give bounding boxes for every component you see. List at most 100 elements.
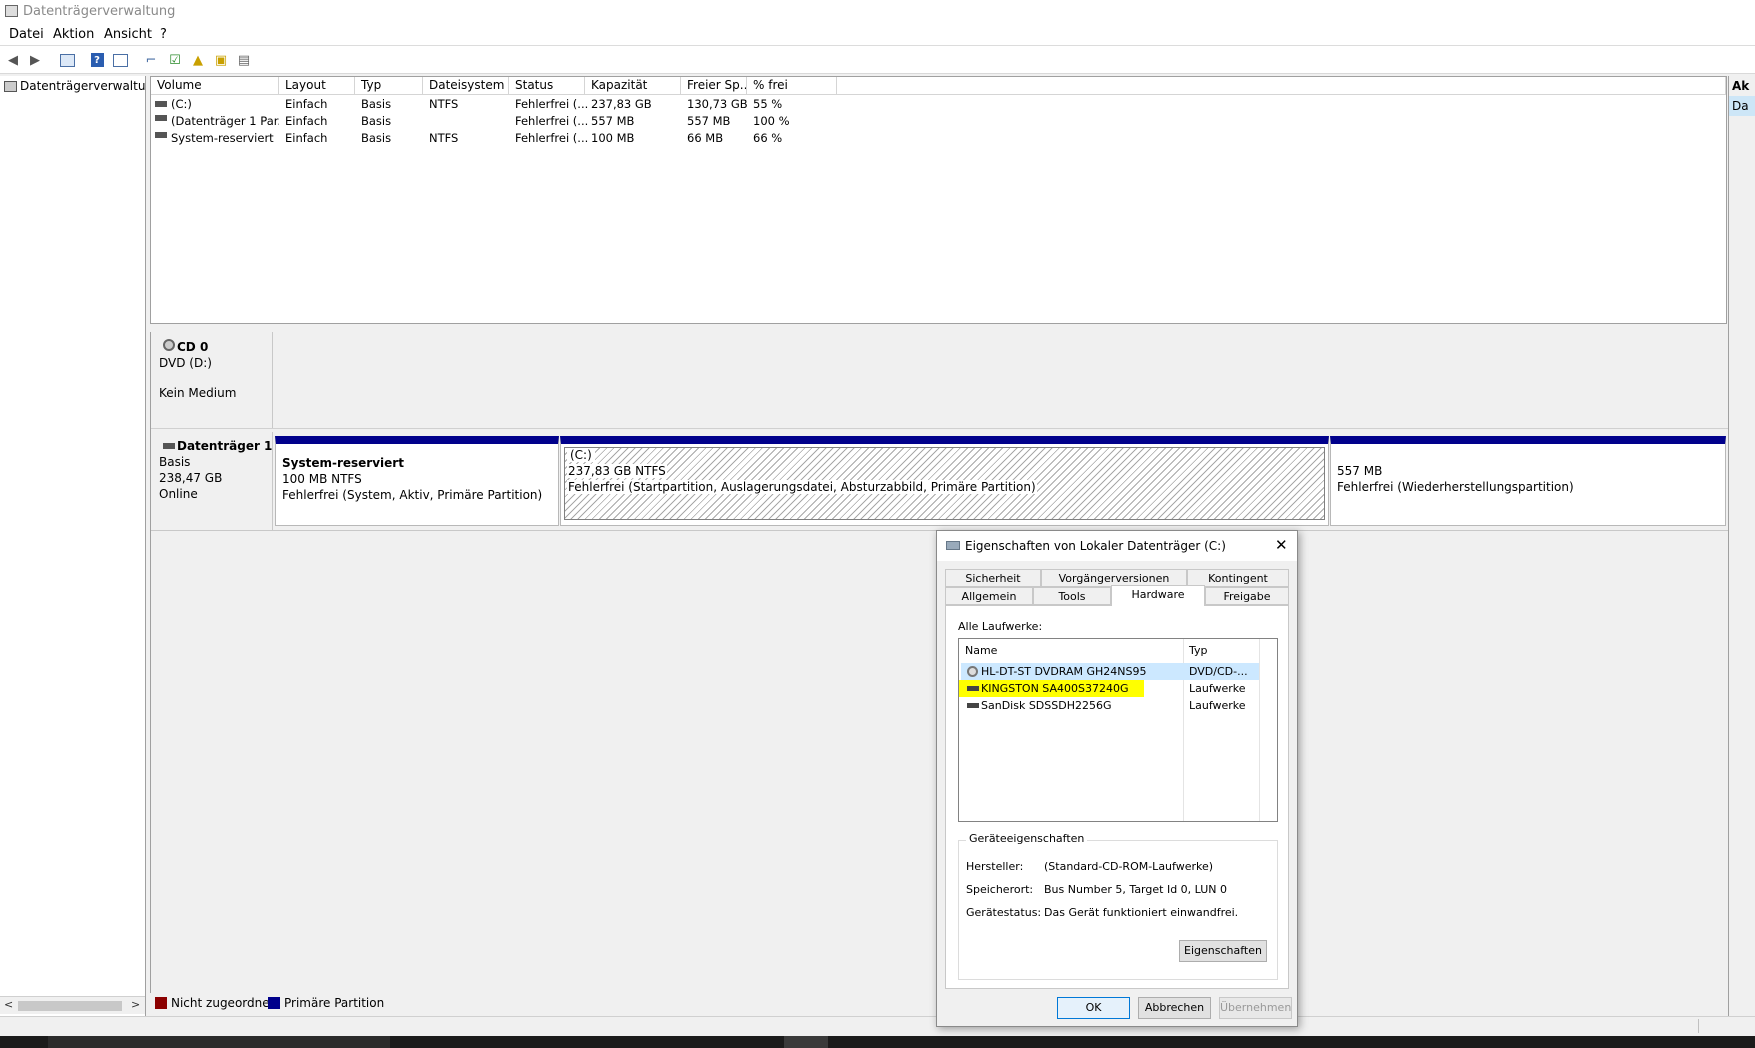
partition-recovery[interactable]: 557 MB Fehlerfrei (Wiederherstellungspar…	[1330, 436, 1726, 526]
list-header-typ[interactable]: Typ	[1189, 644, 1208, 657]
legend-primary-swatch	[268, 997, 280, 1009]
folder-search-icon[interactable]: ▣	[212, 51, 230, 69]
disk1-label[interactable]: Datenträger 1 Basis 238,47 GB Online	[151, 432, 273, 530]
legend-unallocated-swatch	[155, 997, 167, 1009]
view-icon[interactable]	[111, 51, 129, 69]
scroll-right-icon[interactable]: >	[131, 998, 140, 1011]
partition-size: 100 MB NTFS	[282, 472, 362, 486]
tab-sicherheit[interactable]: Sicherheit	[945, 569, 1041, 587]
taskbar	[0, 1036, 1755, 1048]
cd0-area	[274, 332, 1728, 428]
cd0-drive: DVD (D:)	[159, 356, 212, 370]
drive-icon	[946, 541, 960, 550]
volume-dateisystem: NTFS	[429, 97, 459, 111]
column-header-kapazitaet[interactable]: Kapazität	[585, 77, 681, 95]
column-header-status[interactable]: Status	[509, 77, 585, 95]
drive-list: Name Typ HL-DT-ST DVDRAM GH24NS95 DVD/CD…	[958, 638, 1278, 822]
properties-icon[interactable]: ▤	[235, 51, 253, 69]
hard-disk-icon	[967, 703, 979, 708]
folder-up-icon[interactable]: ▲	[189, 51, 207, 69]
partition-status: Fehlerfrei (Wiederherstellungspartition)	[1337, 480, 1574, 494]
partition-size: 237,83 GB NTFS	[567, 464, 667, 478]
app-icon	[5, 5, 18, 17]
column-header-dateisystem[interactable]: Dateisystem	[423, 77, 509, 95]
scroll-left-icon[interactable]: <	[4, 998, 13, 1011]
column-header-layout[interactable]: Layout	[279, 77, 355, 95]
close-icon[interactable]: ✕	[1275, 536, 1288, 554]
volume-dateisystem: NTFS	[429, 131, 459, 145]
volume-kapazitaet: 100 MB	[591, 131, 635, 145]
ok-button[interactable]: OK	[1057, 997, 1130, 1019]
partition-title: System-reserviert	[282, 456, 404, 470]
show-hide-tree-icon[interactable]	[58, 51, 76, 69]
tab-allgemein[interactable]: Allgemein	[945, 587, 1033, 605]
volume-prozent-frei: 66 %	[753, 131, 783, 145]
tree-horizontal-scrollbar[interactable]: < >	[0, 996, 145, 1014]
menu-bar: Datei Aktion Ansicht ?	[0, 24, 1755, 46]
tree-item-label: Datenträgerverwaltung	[20, 79, 146, 93]
apply-button[interactable]: Übernehmen	[1219, 997, 1292, 1019]
partition-status: Fehlerfrei (System, Aktiv, Primäre Parti…	[282, 488, 543, 502]
partition-system-reserved[interactable]: System-reserviert 100 MB NTFS Fehlerfrei…	[275, 436, 559, 526]
list-item[interactable]: HL-DT-ST DVDRAM GH24NS95 DVD/CD-...	[961, 663, 1259, 680]
cd0-label[interactable]: CD 0 DVD (D:) Kein Medium	[151, 332, 273, 428]
hard-disk-icon	[967, 686, 979, 691]
tab-tools[interactable]: Tools	[1033, 587, 1111, 605]
device-status-label: Gerätestatus:	[966, 906, 1042, 919]
tab-freigabe[interactable]: Freigabe	[1205, 587, 1289, 605]
list-item[interactable]: SanDisk SDSSDH2256G Laufwerke	[961, 697, 1259, 714]
manufacturer-value: (Standard-CD-ROM-Laufwerke)	[1044, 860, 1214, 873]
menu-ansicht[interactable]: Ansicht	[104, 27, 152, 42]
column-header-prozent-frei[interactable]: % frei	[747, 77, 837, 95]
partition-title: (C:)	[567, 448, 595, 462]
scroll-thumb[interactable]	[18, 1001, 122, 1011]
dialog-title-bar: Eigenschaften von Lokaler Datenträger (C…	[937, 531, 1297, 561]
help-icon[interactable]: ?	[88, 51, 106, 69]
forward-icon[interactable]: ▶	[26, 51, 44, 69]
disk1-type: Basis	[159, 455, 191, 469]
device-properties-label: Geräteeigenschaften	[966, 832, 1088, 845]
column-header-typ[interactable]: Typ	[355, 77, 423, 95]
column-header-volume[interactable]: Volume	[151, 77, 279, 95]
back-icon[interactable]: ◀	[4, 51, 22, 69]
all-drives-label: Alle Laufwerke:	[958, 620, 1043, 633]
menu-datei[interactable]: Datei	[9, 27, 44, 42]
device-properties-button[interactable]: Eigenschaften	[1179, 940, 1267, 962]
legend-unallocated-label: Nicht zugeordnet	[171, 996, 275, 1010]
cd-drive-icon	[967, 666, 978, 677]
cancel-button[interactable]: Abbrechen	[1138, 997, 1211, 1019]
volume-layout: Einfach	[285, 97, 328, 111]
partition-size: 557 MB	[1337, 464, 1383, 478]
cd-drive-icon	[163, 339, 175, 351]
cd0-media: Kein Medium	[159, 386, 237, 400]
volume-icon	[155, 101, 167, 107]
volume-status: Fehlerfrei (...	[515, 97, 589, 111]
checklist-icon[interactable]: ☑	[166, 51, 184, 69]
tab-hardware[interactable]: Hardware	[1111, 585, 1205, 606]
tree-item-disk-management[interactable]: Datenträgerverwaltung	[4, 79, 146, 93]
drive-name: KINGSTON SA400S37240G	[981, 682, 1129, 695]
menu-help[interactable]: ?	[160, 27, 167, 42]
partition-c[interactable]: (C:) 237,83 GB NTFS Fehlerfrei (Startpar…	[560, 436, 1329, 526]
column-header-freier-speicher[interactable]: Freier Sp...	[681, 77, 747, 95]
list-item[interactable]: KINGSTON SA400S37240G Laufwerke	[961, 680, 1259, 697]
disk1-state: Online	[159, 487, 198, 501]
divider	[151, 428, 1728, 432]
volume-typ: Basis	[361, 114, 392, 128]
volume-name: System-reserviert	[171, 131, 274, 145]
pane-splitter[interactable]	[150, 324, 1727, 332]
menu-aktion[interactable]: Aktion	[53, 27, 94, 42]
connect-icon[interactable]: ⌐	[142, 51, 160, 69]
volume-freier-speicher: 66 MB	[687, 131, 724, 145]
list-header-name[interactable]: Name	[965, 644, 997, 657]
title-bar: Datenträgerverwaltung	[0, 0, 1755, 24]
location-label: Speicherort:	[966, 883, 1034, 896]
actions-item[interactable]: Da	[1729, 96, 1755, 116]
disk1-size: 238,47 GB	[159, 471, 223, 485]
volume-typ: Basis	[361, 97, 392, 111]
actions-pane: Ak Da	[1728, 76, 1755, 1016]
volume-freier-speicher: 557 MB	[687, 114, 731, 128]
navigation-tree: Datenträgerverwaltung	[0, 76, 146, 1016]
disk-management-icon	[4, 81, 17, 92]
device-status-value: Das Gerät funktioniert einwandfrei.	[1044, 906, 1239, 919]
